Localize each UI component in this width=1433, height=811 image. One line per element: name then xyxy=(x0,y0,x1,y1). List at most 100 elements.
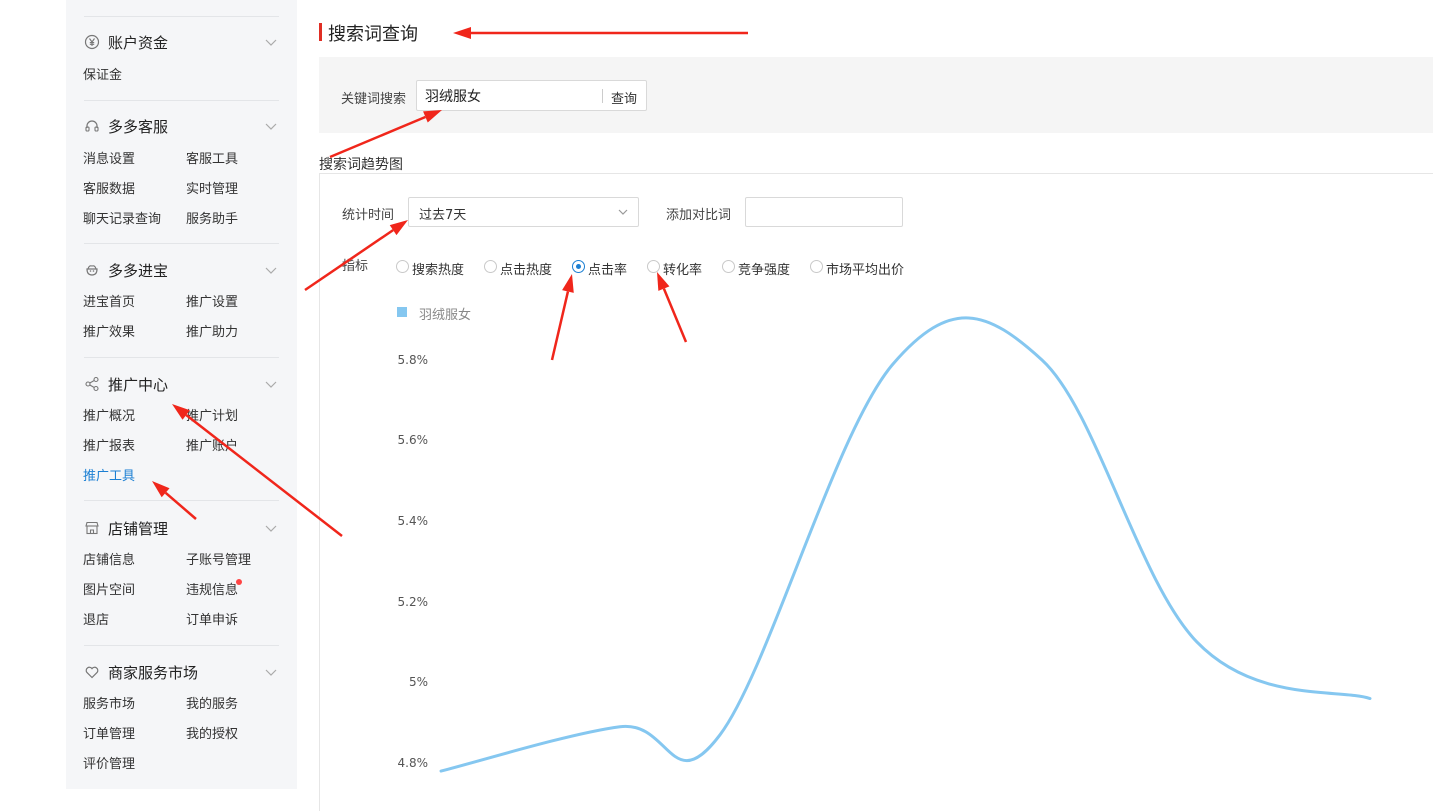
sidebar-section-title: 店铺管理 xyxy=(108,520,169,538)
chevron-down-icon xyxy=(617,206,629,218)
sidebar-section-title: 商家服务市场 xyxy=(108,664,199,682)
share-nodes-icon xyxy=(84,376,100,392)
legend-swatch xyxy=(397,307,407,317)
radio-label: 点击热度 xyxy=(500,263,553,278)
annotation-arrowhead xyxy=(562,274,574,293)
sidebar-item-store-info[interactable]: 店铺信息 xyxy=(83,553,135,569)
keyword-label: 关键词搜索 xyxy=(341,92,407,107)
time-range-label: 统计时间 xyxy=(342,208,395,223)
radio-button xyxy=(810,260,823,273)
keyword-search-box: 查询 xyxy=(416,80,647,111)
sidebar-section-title: 推广中心 xyxy=(108,376,169,394)
metric-label: 指标 xyxy=(342,259,369,274)
sidebar-divider xyxy=(84,500,279,501)
sidebar-item-service-tools[interactable]: 客服工具 xyxy=(186,152,238,168)
title-accent-bar xyxy=(319,23,322,41)
sidebar-item-promo-effect[interactable]: 推广效果 xyxy=(83,325,135,341)
sidebar-item-sub-accounts[interactable]: 子账号管理 xyxy=(186,553,251,569)
sidebar-item-chat-history[interactable]: 聊天记录查询 xyxy=(83,212,161,228)
sidebar-item-message-settings[interactable]: 消息设置 xyxy=(83,152,135,168)
time-range-select[interactable]: 过去7天 xyxy=(408,197,639,227)
radio-label: 搜索热度 xyxy=(412,263,465,278)
y-tick-label: 4.8% xyxy=(397,756,429,770)
sidebar-item-promo-plan[interactable]: 推广计划 xyxy=(186,409,238,425)
heart-icon xyxy=(84,664,100,680)
sidebar-divider xyxy=(84,357,279,358)
notification-dot xyxy=(236,579,242,585)
sidebar-section-header[interactable]: 商家服务市场 xyxy=(84,660,284,684)
sidebar-divider xyxy=(84,243,279,244)
sidebar-item-order-appeal[interactable]: 订单申诉 xyxy=(186,613,238,629)
sidebar-section-header[interactable]: 推广中心 xyxy=(84,372,284,396)
radio-label: 竞争强度 xyxy=(738,263,791,278)
sidebar-item-promo-account[interactable]: 推广账户 xyxy=(186,439,238,455)
store-icon xyxy=(84,520,100,536)
sidebar-item-promo-overview[interactable]: 推广概况 xyxy=(83,409,135,425)
trend-divider xyxy=(319,173,1433,174)
chevron-down-icon xyxy=(264,521,278,535)
chevron-down-icon xyxy=(264,665,278,679)
chevron-down-icon xyxy=(264,377,278,391)
sidebar-divider xyxy=(84,645,279,646)
sidebar-section-title: 多多进宝 xyxy=(108,262,169,280)
chevron-down-icon xyxy=(264,35,278,49)
sidebar-item-promo-report[interactable]: 推广报表 xyxy=(83,439,135,455)
sidebar-item-violation-info[interactable]: 违规信息 xyxy=(186,583,238,599)
sidebar-section-title: 账户资金 xyxy=(108,34,169,52)
chevron-down-icon xyxy=(264,119,278,133)
series-line xyxy=(439,316,1372,773)
sidebar-item-promo-tools[interactable]: 推广工具 xyxy=(83,469,135,485)
radio-label: 转化率 xyxy=(663,263,703,278)
sidebar-item-close-store[interactable]: 退店 xyxy=(83,613,109,629)
sidebar-item-service-data[interactable]: 客服数据 xyxy=(83,182,135,198)
yen-circle-icon xyxy=(84,34,100,50)
sidebar-section-header[interactable]: 店铺管理 xyxy=(84,516,284,540)
radio-button xyxy=(572,260,585,273)
sidebar-item-service-assistant[interactable]: 服务助手 xyxy=(186,212,238,228)
legend-label[interactable]: 羽绒服女 xyxy=(419,304,471,323)
sidebar-section-title: 多多客服 xyxy=(108,118,169,136)
sidebar-section-header[interactable]: 多多进宝 xyxy=(84,258,284,282)
y-tick-label: 5.6% xyxy=(397,433,429,447)
compare-word-label: 添加对比词 xyxy=(666,208,732,223)
sidebar-item-my-services[interactable]: 我的服务 xyxy=(186,697,238,713)
page-title: 搜索词查询 xyxy=(328,24,418,45)
query-button[interactable]: 查询 xyxy=(611,88,637,107)
radio-button xyxy=(396,260,409,273)
sidebar-item-review-management[interactable]: 评价管理 xyxy=(83,757,135,773)
sidebar: 账户资金 保证金 多多客服 消息设置 客服工具 客服数据 实时管理 聊天记录查询… xyxy=(66,0,297,789)
sidebar-item-jinbao-home[interactable]: 进宝首页 xyxy=(83,295,135,311)
sidebar-section-header[interactable]: 多多客服 xyxy=(84,114,284,138)
treasure-pot-icon xyxy=(84,262,100,278)
radio-button xyxy=(722,260,735,273)
sidebar-item-promo-boost[interactable]: 推广助力 xyxy=(186,325,238,341)
radio-button xyxy=(647,260,660,273)
sidebar-item-order-management[interactable]: 订单管理 xyxy=(83,727,135,743)
annotation-arrow xyxy=(662,288,688,343)
sidebar-item-deposit[interactable]: 保证金 xyxy=(83,68,122,84)
chevron-down-icon xyxy=(264,263,278,277)
y-tick-label: 5.4% xyxy=(397,514,429,528)
y-tick-label: 5.8% xyxy=(397,353,429,367)
y-tick-label: 5% xyxy=(408,675,428,689)
sidebar-item-promo-settings[interactable]: 推广设置 xyxy=(186,295,238,311)
sidebar-item-image-space[interactable]: 图片空间 xyxy=(83,583,135,599)
page-root: 账户资金 保证金 多多客服 消息设置 客服工具 客服数据 实时管理 聊天记录查询… xyxy=(0,0,1433,811)
time-range-value: 过去7天 xyxy=(419,208,467,223)
y-tick-label: 5.2% xyxy=(397,595,429,609)
keyword-input[interactable] xyxy=(425,86,603,106)
trend-panel-border xyxy=(319,173,320,811)
headset-icon xyxy=(84,118,100,134)
radio-label: 点击率 xyxy=(588,263,628,278)
sidebar-divider xyxy=(84,100,279,101)
divider xyxy=(602,89,603,103)
compare-word-input[interactable] xyxy=(745,197,903,227)
sidebar-section-header[interactable]: 账户资金 xyxy=(84,30,284,54)
sidebar-item-service-market[interactable]: 服务市场 xyxy=(83,697,135,713)
trend-section-title: 搜索词趋势图 xyxy=(319,157,403,173)
annotation-arrowhead xyxy=(453,27,471,39)
sidebar-divider xyxy=(84,16,279,17)
sidebar-item-my-authorizations[interactable]: 我的授权 xyxy=(186,727,238,743)
sidebar-item-realtime[interactable]: 实时管理 xyxy=(186,182,238,198)
radio-button xyxy=(484,260,497,273)
